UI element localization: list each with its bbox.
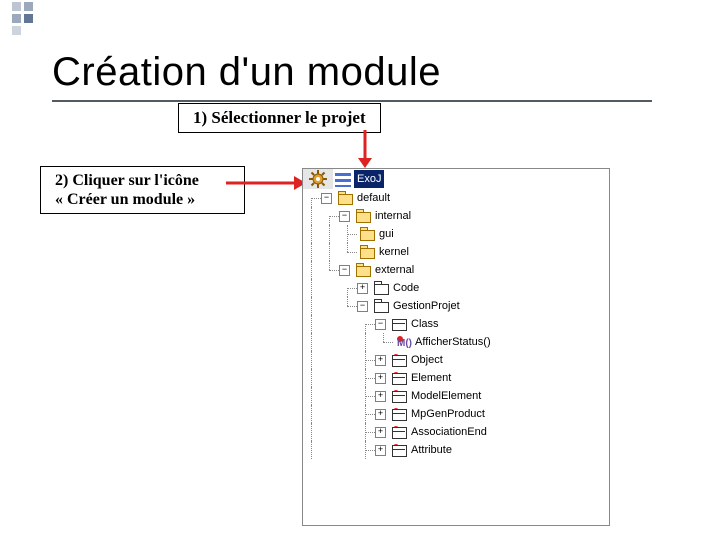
tree-label: external [374,261,414,279]
expander-minus-icon[interactable]: − [321,193,332,204]
folder-icon [337,190,353,206]
tree-label: Code [392,279,419,297]
tree-node-code[interactable]: + Code [303,279,609,297]
tree-node-attribute[interactable]: + Attribute [303,441,609,459]
expander-minus-icon[interactable]: − [339,265,350,276]
tree-label: internal [374,207,411,225]
tree-node-object[interactable]: + Object [303,351,609,369]
class-icon [391,316,407,332]
tree-panel: ExoJ − default − internal [302,168,610,526]
tree-root-label: ExoJ [354,170,384,188]
tree-label: Object [410,351,443,369]
expander-plus-icon[interactable]: + [375,373,386,384]
tree-node-mpgenproduct[interactable]: + MpGenProduct [303,405,609,423]
tree-label: Class [410,315,439,333]
arrow-down-icon [358,130,372,168]
tree-node-default[interactable]: − default [303,189,609,207]
create-module-button[interactable] [303,169,333,189]
tree-label: AfficherStatus() [414,333,491,351]
tree-label: GestionProjet [392,297,460,315]
expander-plus-icon[interactable]: + [357,283,368,294]
tree-node-element[interactable]: + Element [303,369,609,387]
tree-label: default [356,189,390,207]
tree-node-class[interactable]: − Class [303,315,609,333]
tree-label: kernel [378,243,409,261]
tree-node-kernel[interactable]: kernel [303,243,609,261]
arrow-right-icon [226,176,306,190]
folder-icon [355,262,371,278]
tree-label: Attribute [410,441,452,459]
expander-plus-icon[interactable]: + [375,391,386,402]
title-underline [52,100,652,102]
tree-root[interactable]: ExoJ [333,169,609,189]
class-icon [391,352,407,368]
expander-plus-icon[interactable]: + [375,355,386,366]
tree-node-associationend[interactable]: + AssociationEnd [303,423,609,441]
tree-label: gui [378,225,394,243]
gear-icon [309,170,327,188]
package-icon [373,298,389,314]
expander-plus-icon[interactable]: + [375,409,386,420]
callout-step2: 2) Cliquer sur l'icône « Créer un module… [40,166,245,214]
tree-label: MpGenProduct [410,405,485,423]
expander-minus-icon[interactable]: − [339,211,350,222]
class-icon [391,424,407,440]
callout-step2-line2: « Créer un module » [55,191,195,208]
accent-dots [12,2,34,44]
tree-node-afficher[interactable]: M() AfficherStatus() [303,333,609,351]
tree-node-gestion[interactable]: − GestionProjet [303,297,609,315]
panel-header: ExoJ [303,169,609,189]
class-icon [391,406,407,422]
tree-node-modelelement[interactable]: + ModelElement [303,387,609,405]
tree-label: AssociationEnd [410,423,487,441]
tree-label: Element [410,369,451,387]
folder-icon [355,208,371,224]
tree-label: ModelElement [410,387,481,405]
callout-step1: 1) Sélectionner le projet [178,103,381,133]
expander-minus-icon[interactable]: − [357,301,368,312]
class-icon [391,388,407,404]
callout-step2-line1: 2) Cliquer sur l'icône [55,172,199,189]
tree-node-gui[interactable]: gui [303,225,609,243]
folder-icon [359,244,375,260]
class-icon [391,442,407,458]
package-icon [373,280,389,296]
tree-node-internal[interactable]: − internal [303,207,609,225]
expander-plus-icon[interactable]: + [375,445,386,456]
class-icon [391,370,407,386]
tree-body: − default − internal gui [303,189,609,459]
operation-icon: M() [395,334,411,350]
slide: Création d'un module 1) Sélectionner le … [0,0,720,540]
page-title: Création d'un module [52,50,441,95]
folder-icon [359,226,375,242]
tree-node-external[interactable]: − external [303,261,609,279]
expander-minus-icon[interactable]: − [375,319,386,330]
expander-plus-icon[interactable]: + [375,427,386,438]
project-icon [335,171,351,187]
